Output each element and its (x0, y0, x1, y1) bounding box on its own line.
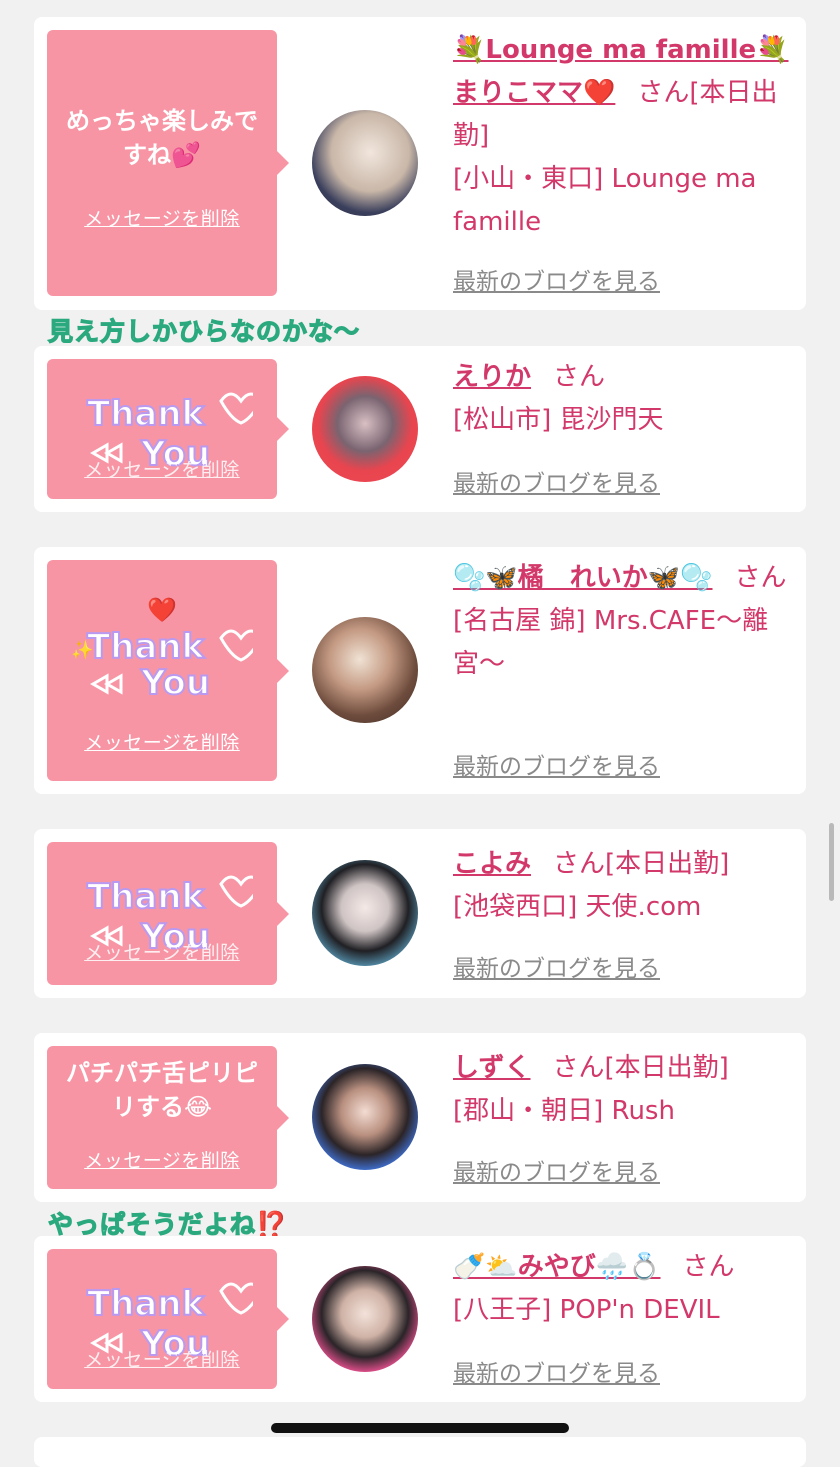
message-bubble: Thank You メッセージを削除 (47, 842, 289, 985)
avatar[interactable] (312, 1064, 418, 1170)
girl-info: こよみ さん[本日出勤] [池袋西口] 天使.com (453, 843, 793, 929)
message-bubble: めっちゃ楽しみですね💕 メッセージを削除 (47, 30, 289, 296)
status-text: [本日出勤] (605, 849, 730, 879)
message-text: めっちゃ楽しみですね💕 (66, 107, 258, 169)
girl-card: パチパチ舌ピリピリする😂 メッセージを削除 しずく さん[本日出勤] [郡山・朝日… (34, 1033, 806, 1202)
svg-text:❤️: ❤️ (147, 596, 177, 624)
svg-text:Thank: Thank (87, 877, 206, 917)
girl-card: ❤️ ✨ Thank You メッセージを削除 🫧🦋橘 れいか🦋🫧 さん [名古屋… (34, 547, 806, 794)
san-suffix: さん (552, 1053, 605, 1083)
delete-message-link[interactable]: メッセージを削除 (47, 938, 277, 965)
latest-blog-link[interactable]: 最新のブログを見る (453, 464, 660, 498)
shop-location: [小山・東口] Lounge ma famille (453, 164, 757, 237)
girl-name-link[interactable]: しずく (453, 1053, 530, 1083)
delete-message-link[interactable]: メッセージを削除 (47, 1146, 277, 1173)
girl-name-link[interactable]: こよみ (453, 849, 531, 879)
girl-info: しずく さん[本日出勤] [郡山・朝日] Rush (453, 1047, 793, 1133)
message-bubble: ❤️ ✨ Thank You メッセージを削除 (47, 560, 289, 781)
delete-message-link[interactable]: メッセージを削除 (47, 455, 277, 482)
san-suffix: さん (553, 849, 606, 879)
girl-card: めっちゃ楽しみですね💕 メッセージを削除 💐Lounge ma famille💐… (34, 17, 806, 310)
girl-name-link[interactable]: 🍼⛅みやび🌧️💍 (453, 1252, 661, 1282)
message-bubble: Thank You メッセージを削除 (47, 1249, 289, 1389)
scrollbar[interactable] (829, 823, 834, 901)
avatar[interactable] (312, 376, 418, 482)
girl-info: 💐Lounge ma famille💐まりこママ❤️ さん[本日出勤] [小山・東… (453, 29, 793, 244)
message-text: パチパチ舌ピリピリする😂 (66, 1059, 258, 1121)
avatar[interactable] (312, 860, 418, 966)
delete-message-link[interactable]: メッセージを削除 (47, 728, 277, 755)
shop-location: [郡山・朝日] Rush (453, 1096, 675, 1126)
girl-card: Thank You メッセージを削除 🍼⛅みやび🌧️💍 さん [八王子] POP'… (34, 1236, 806, 1402)
message-bubble: Thank You メッセージを削除 (47, 359, 289, 499)
girl-name-link[interactable]: 🫧🦋橘 れいか🦋🫧 (453, 563, 713, 593)
san-suffix: さん (553, 362, 606, 392)
message-bubble: パチパチ舌ピリピリする😂 メッセージを削除 (47, 1046, 289, 1189)
girl-card: Thank You メッセージを削除 こよみ さん[本日出勤] [池袋西口] 天使… (34, 829, 806, 998)
thank-you-stamp-icon: ❤️ ✨ Thank You (71, 596, 253, 704)
latest-blog-link[interactable]: 最新のブログを見る (453, 262, 660, 296)
san-suffix: さん (734, 563, 787, 593)
avatar[interactable] (312, 110, 418, 216)
delete-message-link[interactable]: メッセージを削除 (47, 204, 277, 231)
top-caption: 見え方しかひらなのかな〜 (47, 316, 361, 346)
avatar[interactable] (312, 617, 418, 723)
latest-blog-link[interactable]: 最新のブログを見る (453, 747, 660, 781)
shop-location: [池袋西口] 天使.com (453, 892, 702, 922)
status-text: [本日出勤] (604, 1053, 729, 1083)
girl-info: 🫧🦋橘 れいか🦋🫧 さん [名古屋 錦] Mrs.CAFE〜離宮〜 (453, 557, 793, 686)
latest-blog-link[interactable]: 最新のブログを見る (453, 949, 660, 983)
svg-text:You: You (140, 663, 210, 703)
svg-text:Thank: Thank (87, 394, 206, 434)
latest-blog-link[interactable]: 最新のブログを見る (453, 1354, 660, 1388)
san-suffix: さん (637, 78, 690, 108)
delete-message-link[interactable]: メッセージを削除 (47, 1345, 277, 1372)
girl-info: 🍼⛅みやび🌧️💍 さん [八王子] POP'n DEVIL (453, 1246, 793, 1332)
girl-info: えりか さん [松山市] 毘沙門天 (453, 356, 793, 442)
san-suffix: さん (682, 1252, 735, 1282)
girl-card (34, 1437, 806, 1467)
svg-text:Thank: Thank (87, 1284, 206, 1324)
shop-location: [名古屋 錦] Mrs.CAFE〜離宮〜 (453, 606, 769, 679)
shop-location: [八王子] POP'n DEVIL (453, 1295, 720, 1325)
shop-location: [松山市] 毘沙門天 (453, 405, 664, 435)
avatar[interactable] (312, 1266, 418, 1372)
svg-text:Thank: Thank (87, 627, 206, 667)
home-indicator[interactable] (271, 1423, 569, 1433)
latest-blog-link[interactable]: 最新のブログを見る (453, 1153, 660, 1187)
girl-card: Thank You メッセージを削除 えりか さん [松山市] 毘沙門天 最新のブ… (34, 346, 806, 512)
girl-name-link[interactable]: えりか (453, 362, 531, 392)
